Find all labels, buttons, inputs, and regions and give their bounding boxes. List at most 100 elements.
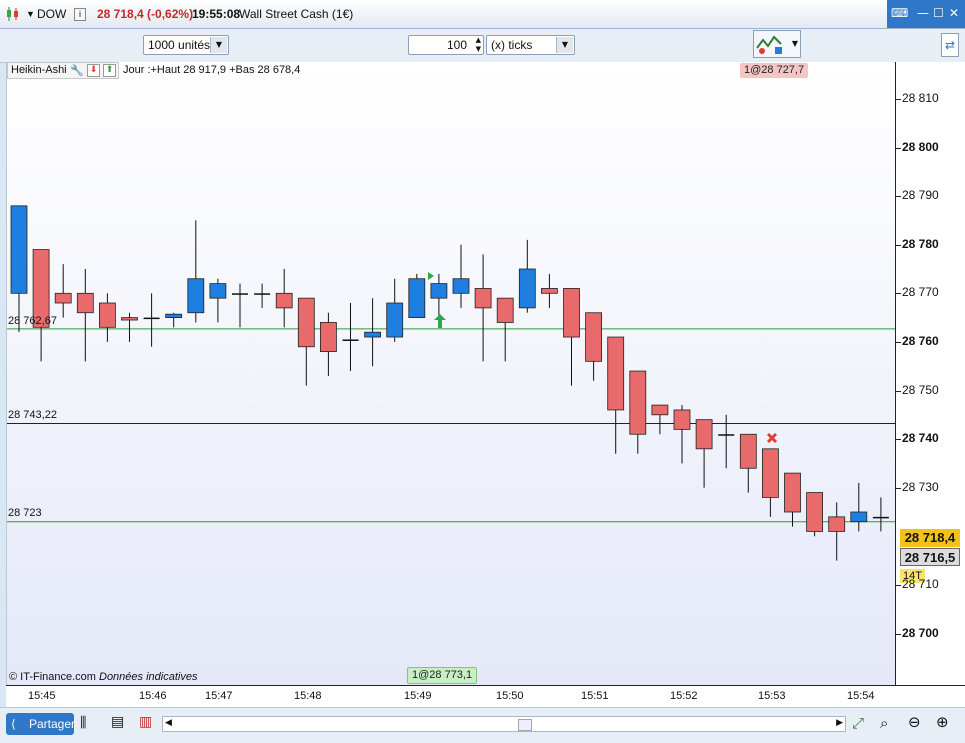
candle-body[interactable] [386,302,404,338]
candle-body[interactable] [850,511,868,523]
disclaimer-text: Données indicatives [99,671,198,683]
pending-order-badge[interactable]: 1@28 773,1 [407,667,478,684]
candle-body[interactable] [430,283,448,299]
price-tick-mark [896,98,901,100]
candle-body[interactable] [474,288,492,309]
zoom-out-icon[interactable]: ⊖ [908,713,921,731]
price-tick-mark [896,487,901,489]
time-tick-label: 15:49 [404,690,432,702]
scroll-left-button[interactable]: ◀ [165,718,172,728]
candle-body[interactable] [342,339,359,341]
candle-body[interactable] [563,288,580,338]
ticks-unit-value: (x) ticks [491,38,533,52]
candle-body[interactable] [54,292,72,304]
candle-body[interactable] [762,448,779,498]
candle-body[interactable] [297,297,315,348]
price-chart[interactable]: Heikin-Ashi 🔧 ⬇ ⬆ Jour :+Haut 28 917,9 +… [6,62,896,685]
zoom-fit-icon[interactable]: ⌕ [880,714,888,732]
support-line-label: 28 762,67 [8,315,57,327]
quantity-value: 1000 unités [148,38,211,52]
candle-body[interactable] [828,516,846,532]
maximize-button[interactable]: ☐ [933,6,944,20]
candle-body[interactable] [585,312,602,362]
wrench-icon[interactable]: 🔧 [70,63,84,78]
instrument-name: Wall Street Cash (1€) [239,7,354,21]
candle-body[interactable] [10,205,28,294]
horizontal-scrollbar[interactable]: ◀ ▶ [162,716,846,732]
close-order-icon[interactable] [766,432,778,444]
studies-icon[interactable]: ▥ [139,714,152,730]
keyboard-icon[interactable]: ⌨ [891,6,908,20]
candlestick-plot[interactable] [7,62,896,685]
panel-toggle-button[interactable]: ⇄ [941,33,959,57]
candle-body[interactable] [629,370,647,435]
sell-arrow-icon[interactable]: ⬇ [87,64,100,77]
candle-body[interactable] [99,302,116,328]
candle-body[interactable] [806,492,823,532]
price-tick-mark [896,293,901,295]
candle-body[interactable] [518,268,536,309]
price-tick-mark [896,390,901,392]
candle-body[interactable] [364,331,382,338]
candle-body[interactable] [695,419,713,450]
close-button[interactable]: ✕ [949,6,959,20]
chart-tools-icon [756,35,782,54]
candle-body[interactable] [607,336,625,411]
zoom-in-icon[interactable]: ⊕ [936,713,949,731]
candle-body[interactable] [408,278,426,319]
candle-body[interactable] [165,313,183,318]
candle-body[interactable] [254,293,271,295]
window-buttons: ⌨ — ☐ ✕ [887,0,965,28]
price-tick-label: 28 710 [902,576,939,591]
resistance-line-label: 28 743,22 [8,409,57,421]
symbol-label[interactable]: DOW [37,7,66,21]
ticks-stepper[interactable]: 100 ▲ ▼ [408,35,484,55]
time-tick-label: 15:52 [670,690,698,702]
candlestick-app-icon[interactable] [5,6,21,22]
price-tick-label: 28 760 [902,333,939,348]
info-icon[interactable]: i [74,8,86,21]
scroll-thumb[interactable] [518,719,532,731]
properties-icon[interactable]: ▤ [111,714,124,730]
candle-body[interactable] [739,433,757,469]
candle-body[interactable] [541,288,558,294]
candle-body[interactable] [209,283,227,299]
stepper-arrows-icon[interactable]: ▲ ▼ [476,36,481,54]
quantity-select[interactable]: 1000 unités ▼ [143,35,229,55]
candle-body[interactable] [319,322,337,353]
candle-body[interactable] [187,278,205,314]
indicators-icon[interactable]: ⫼ [80,715,86,731]
ticks-unit-select[interactable]: (x) ticks ▼ [486,35,575,55]
chevron-down-icon[interactable]: ▼ [556,37,573,53]
chevron-down-icon[interactable]: ▼ [792,39,798,48]
time-axis[interactable]: 15:45 15:46 15:47 15:48 15:49 15:50 15:51 15:52… [6,685,965,708]
candle-body[interactable] [673,409,691,430]
price-axis[interactable]: 28 718,4 28 716,5 14T 28 810 28 800 28 790… [895,62,965,685]
time-tick-label: 15:45 [28,690,56,702]
candle-body[interactable] [496,297,514,323]
candle-body[interactable] [232,293,248,295]
daily-range: Jour :+Haut 28 917,9 +Bas 28 678,4 [123,64,301,76]
buy-arrow-icon[interactable]: ⬆ [103,64,116,77]
share-button[interactable]: ⟨ Partager [6,713,75,735]
price-tick-mark [896,584,901,586]
candle-body[interactable] [76,292,94,314]
candle-body[interactable] [872,516,889,519]
candle-body[interactable] [651,404,669,416]
candle-body[interactable] [121,317,138,321]
price-tick-mark [896,633,901,635]
candle-body[interactable] [275,292,293,309]
scroll-right-button[interactable]: ▶ [836,718,843,728]
indicator-legend[interactable]: Heikin-Ashi 🔧 ⬇ ⬆ [7,62,119,79]
candle-body[interactable] [718,434,735,436]
dropdown-arrow-icon[interactable]: ▼ [26,9,35,19]
candle-body[interactable] [784,472,801,513]
copyright-text: © IT-Finance.com [9,671,96,683]
candle-body[interactable] [452,278,470,294]
minimize-button[interactable]: — [917,6,929,20]
candle-body[interactable] [143,317,160,320]
chevron-down-icon[interactable]: ▼ [210,37,227,53]
pending-order-badge[interactable]: 1@28 727,7 [740,63,809,78]
auto-scale-icon[interactable]: ⤢ [852,714,864,732]
trading-tools-button[interactable]: ▼ [753,30,801,58]
